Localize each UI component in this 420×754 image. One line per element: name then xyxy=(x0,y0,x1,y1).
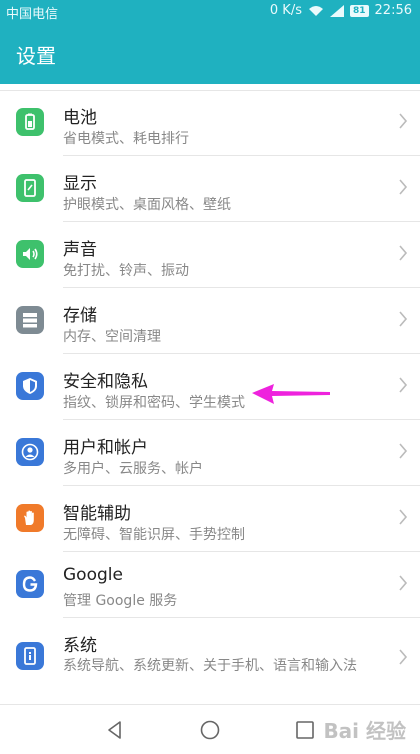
user-icon xyxy=(16,438,44,466)
chevron-right-icon xyxy=(399,377,408,393)
chevron-right-icon xyxy=(399,443,408,459)
display-icon xyxy=(16,174,44,202)
settings-item-subtitle: 多用户、云服务、帐户 xyxy=(63,461,203,477)
wifi-icon xyxy=(309,5,323,16)
chevron-right-icon xyxy=(399,575,408,591)
google-icon xyxy=(16,570,44,598)
settings-item-subtitle: 护眼模式、桌面风格、壁纸 xyxy=(63,197,231,213)
recent-apps-icon[interactable] xyxy=(294,719,316,741)
network-speed: 0 K/s xyxy=(269,3,302,18)
settings-item-subtitle: 无障碍、智能识屏、手势控制 xyxy=(63,527,245,543)
settings-item-subtitle: 省电模式、耗电排行 xyxy=(63,131,189,147)
battery-icon xyxy=(16,108,44,136)
annotation-arrow-icon xyxy=(252,384,330,404)
chevron-right-icon xyxy=(399,179,408,195)
back-icon[interactable] xyxy=(104,719,126,741)
settings-item-subtitle: 内存、空间清理 xyxy=(63,329,161,345)
navigation-bar: Bai 经验 xyxy=(0,704,420,754)
signal-icon xyxy=(330,4,344,17)
settings-item-system[interactable]: 系统 系统导航、系统更新、关于手机、语言和输入法 xyxy=(0,618,420,700)
settings-item-smart-assistance[interactable]: 智能辅助 无障碍、智能识屏、手势控制 xyxy=(0,486,420,552)
watermark: Bai 经验 xyxy=(323,719,406,743)
app-bar: 设置 xyxy=(0,22,420,84)
sound-icon xyxy=(16,240,44,268)
carrier-label: 中国电信 xyxy=(6,7,59,22)
settings-item-subtitle: 指纹、锁屏和密码、学生模式 xyxy=(63,395,245,411)
chevron-right-icon xyxy=(399,649,408,665)
settings-item-title: Google xyxy=(63,565,123,585)
settings-list: 电池 省电模式、耗电排行 显示 护眼模式、桌面风格、壁纸 声音 免打扰、铃声、振… xyxy=(0,90,420,700)
settings-item-battery[interactable]: 电池 省电模式、耗电排行 xyxy=(0,90,420,156)
home-icon[interactable] xyxy=(199,719,221,741)
chevron-right-icon xyxy=(399,311,408,327)
battery-level: 81 xyxy=(350,4,369,17)
chevron-right-icon xyxy=(399,509,408,525)
settings-item-subtitle: 免打扰、铃声、振动 xyxy=(63,263,189,279)
page-title: 设置 xyxy=(16,44,56,68)
settings-item-title: 系统 xyxy=(63,636,97,656)
clock: 22:56 xyxy=(374,3,412,18)
status-bar: 中国电信 0 K/s 81 22:56 xyxy=(0,0,420,22)
system-info-icon xyxy=(16,642,44,670)
settings-item-title: 用户和帐户 xyxy=(63,438,148,458)
status-right: 0 K/s 81 22:56 xyxy=(270,3,412,18)
settings-item-title: 存储 xyxy=(63,306,97,326)
settings-item-security-privacy[interactable]: 安全和隐私 指纹、锁屏和密码、学生模式 xyxy=(0,354,420,420)
storage-icon xyxy=(16,306,44,334)
hand-icon xyxy=(16,504,44,532)
settings-item-title: 智能辅助 xyxy=(63,504,131,524)
settings-item-subtitle: 系统导航、系统更新、关于手机、语言和输入法 xyxy=(63,658,357,674)
settings-item-subtitle: 管理 Google 服务 xyxy=(63,593,178,609)
shield-icon xyxy=(16,372,44,400)
chevron-right-icon xyxy=(399,245,408,261)
settings-item-sound[interactable]: 声音 免打扰、铃声、振动 xyxy=(0,222,420,288)
settings-item-title: 显示 xyxy=(63,174,97,194)
settings-item-users-accounts[interactable]: 用户和帐户 多用户、云服务、帐户 xyxy=(0,420,420,486)
chevron-right-icon xyxy=(399,113,408,129)
settings-item-display[interactable]: 显示 护眼模式、桌面风格、壁纸 xyxy=(0,156,420,222)
settings-item-title: 声音 xyxy=(63,240,97,260)
settings-item-title: 安全和隐私 xyxy=(63,372,148,392)
settings-item-title: 电池 xyxy=(63,108,97,128)
settings-item-google[interactable]: Google 管理 Google 服务 xyxy=(0,552,420,618)
settings-item-storage[interactable]: 存储 内存、空间清理 xyxy=(0,288,420,354)
